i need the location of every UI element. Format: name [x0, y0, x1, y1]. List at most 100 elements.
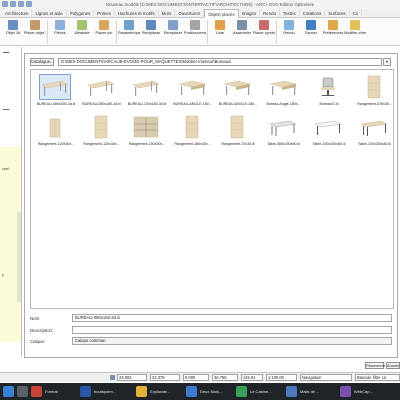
- taskbar-app-icon[interactable]: [236, 386, 247, 397]
- ribbon-button[interactable]: Liste: [209, 18, 231, 44]
- layer-field[interactable]: Calque commun: [72, 337, 392, 345]
- panel-scrollbar[interactable]: [17, 212, 21, 302]
- ribbon-tab[interactable]: Images: [239, 9, 261, 18]
- item-thumbnail: [313, 75, 343, 99]
- ribbon-button[interactable]: Positionnements: [184, 18, 206, 44]
- library-path-field[interactable]: D:\MES DOCUMENTS\ARCALIB-EVO\3D-POUR_MAQ…: [58, 58, 382, 66]
- x-coordinate[interactable]: 23.083: [117, 374, 147, 381]
- ribbon-button[interactable]: Aléatoire: [71, 18, 93, 44]
- title-bar: Nouveau modèle [D:\MES DOCUMENTS\INTERFA…: [0, 0, 400, 9]
- library-item[interactable]: BUREAU-ANGLE-180...: [170, 74, 216, 110]
- ribbon-button[interactable]: Objet 2d: [2, 18, 24, 44]
- description-field[interactable]: [72, 326, 392, 334]
- taskbar-app-label: Le Cabine...: [250, 389, 272, 394]
- taskbar-app-label: boutiquem...: [94, 389, 117, 394]
- ribbon-button-icon: [146, 20, 156, 30]
- panel-tick: [3, 109, 9, 110]
- item-thumbnail: [86, 115, 116, 139]
- ribbon-tab[interactable]: Murs: [159, 9, 176, 18]
- taskbar-app-label: Explorate...: [150, 389, 171, 394]
- library-item[interactable]: BUREAU-080x150-3d.iii: [33, 74, 79, 110]
- ribbon-button[interactable]: Remplacer: [140, 18, 162, 44]
- library-item[interactable]: Bureau01.iii: [306, 74, 352, 110]
- ribbon-button[interactable]: Modifier chemin: [344, 18, 366, 44]
- ribbon-tab[interactable]: Rendu: [260, 9, 281, 18]
- ribbon-tab[interactable]: Primes: [94, 9, 115, 18]
- ribbon-button[interactable]: Placer objet 3d: [24, 18, 46, 44]
- taskbar-app-icon[interactable]: [31, 386, 42, 397]
- ribbon-button[interactable]: Préférences: [322, 18, 344, 44]
- ribbon-tab[interactable]: Cotations: [300, 9, 326, 18]
- ribbon-button[interactable]: Remplacer: [162, 18, 184, 44]
- taskbar-app-icon[interactable]: [136, 386, 147, 397]
- ribbon-button-label: Assembler: [233, 31, 251, 35]
- mode-select[interactable]: Navigation: [300, 374, 352, 381]
- app-menu-icon[interactable]: [2, 1, 8, 7]
- ribbon-button-label: Remplacer: [163, 31, 183, 35]
- catalogue-button[interactable]: Catalogue...: [30, 58, 54, 66]
- place-button[interactable]: Placement: [365, 362, 385, 369]
- taskbar-app-icon[interactable]: [186, 386, 197, 397]
- ribbon-tab[interactable]: Surfaces: [325, 9, 350, 18]
- name-field[interactable]: BUREAU-080x150-3d.iii: [72, 314, 392, 322]
- description-label: Description:: [30, 328, 54, 333]
- library-item[interactable]: Rangement-120x30x...: [33, 114, 79, 150]
- library-item[interactable]: BUREAU-ANGLE-180...: [215, 74, 261, 110]
- library-item[interactable]: Rangement-150x30x...: [124, 114, 170, 150]
- ribbon-tab[interactable]: Architecture: [2, 9, 33, 18]
- undo-icon[interactable]: [18, 1, 24, 7]
- angle-value[interactable]: 145.91: [241, 374, 263, 381]
- ribbon-button-icon: [237, 20, 247, 30]
- path-dropdown-button[interactable]: ▾: [383, 58, 391, 66]
- library-item[interactable]: Table-100x200x80.iii: [352, 114, 398, 150]
- ribbon-button[interactable]: Assembler: [231, 18, 253, 44]
- library-item[interactable]: Rangement-120x30x...: [79, 114, 125, 150]
- ribbon-tab[interactable]: Textes: [280, 9, 300, 18]
- ribbon-tab[interactable]: Polygones: [67, 9, 95, 18]
- library-item[interactable]: Rangement-70x35.iii: [215, 114, 261, 150]
- y-coordinate[interactable]: 22.378: [150, 374, 180, 381]
- library-item[interactable]: BUREAU-080x180-3d.iii: [79, 74, 125, 110]
- item-thumbnail: [313, 115, 343, 139]
- search-icon[interactable]: [17, 386, 28, 397]
- ribbon-button[interactable]: Placer symboles: [253, 18, 275, 44]
- library-item[interactable]: Rangement-180x30x...: [170, 114, 216, 150]
- ribbon-separator: [116, 20, 117, 44]
- taskbar-app-icon[interactable]: [286, 386, 297, 397]
- ribbon-button[interactable]: Paramétriques: [118, 18, 140, 44]
- item-label: BUREAU-ANGLE-180...: [218, 102, 258, 106]
- window-title: Nouveau modèle [D:\MES DOCUMENTS\INTERFA…: [105, 2, 315, 7]
- ribbon-button-label: Sauver: [304, 31, 318, 35]
- taskbar-app-icon[interactable]: [340, 386, 351, 397]
- ribbon-button[interactable]: Placer sur: [93, 18, 115, 44]
- length-value[interactable]: 36.755: [212, 374, 238, 381]
- ribbon-tab[interactable]: Objets placés: [204, 9, 239, 18]
- ribbon-tab[interactable]: Ouvertures: [175, 9, 205, 18]
- cancel-button[interactable]: Annuler: [386, 362, 400, 369]
- scale-select[interactable]: 1:100.00: [266, 374, 297, 381]
- redo-icon[interactable]: [26, 1, 32, 7]
- object-library-dialog: Catalogue... D:\MES DOCUMENTS\ARCALIB-EV…: [24, 53, 398, 358]
- ribbon-button[interactable]: Sauver: [300, 18, 322, 44]
- ribbon-tab[interactable]: Lignes et aide: [32, 9, 67, 18]
- panel-label: y: [2, 273, 4, 277]
- coordinates-icon: [110, 375, 115, 380]
- ribbon-button[interactable]: Pièces: [49, 18, 71, 44]
- library-item[interactable]: Rangement-076x35...: [352, 74, 398, 110]
- panel-label: cuel: [2, 167, 9, 171]
- library-item[interactable]: BUREAU-100x180-3d.iii: [124, 74, 170, 110]
- library-item[interactable]: Bureau-Angle-180x...: [261, 74, 307, 110]
- save-icon[interactable]: [10, 1, 16, 7]
- start-icon[interactable]: [3, 386, 14, 397]
- z-coordinate[interactable]: 0.000: [183, 374, 209, 381]
- item-thumbnail: [131, 75, 161, 99]
- ribbon-tab[interactable]: Hachures et motifs: [115, 9, 159, 18]
- taskbar-app-icon[interactable]: [80, 386, 91, 397]
- filter-toggle[interactable]: Bascule filtre ca: [355, 374, 400, 381]
- library-item[interactable]: Table-100x200x80.iii: [306, 114, 352, 150]
- library-item[interactable]: Table-080x200x80.iii: [261, 114, 307, 150]
- ribbon-button[interactable]: Rendu: [278, 18, 300, 44]
- taskbar-app-label: Deux Mois...: [200, 389, 223, 394]
- ribbon-button-label: Objet 2d: [5, 31, 21, 35]
- ribbon-tab[interactable]: Co: [350, 9, 363, 18]
